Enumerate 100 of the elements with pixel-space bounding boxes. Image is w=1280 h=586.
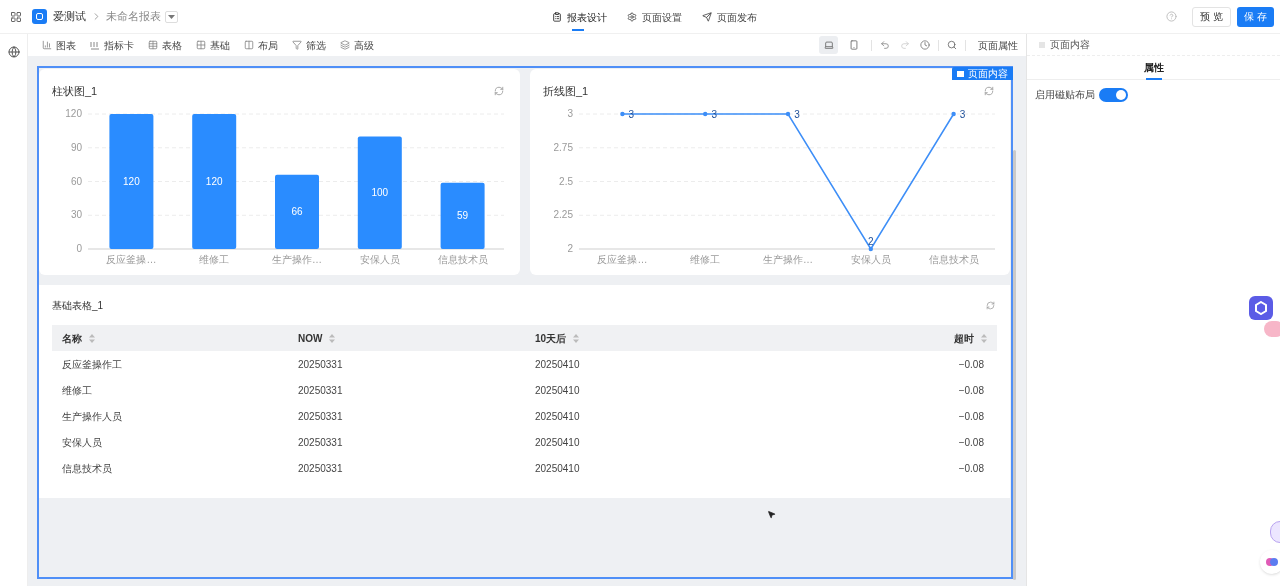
table-cell-text: 20250410 <box>535 461 580 476</box>
sort-icon[interactable] <box>89 333 95 343</box>
globe-icon[interactable] <box>7 46 20 58</box>
assistant-icon[interactable] <box>1249 296 1273 320</box>
refresh-icon[interactable] <box>494 86 504 97</box>
x-axis-label: 反应釜操… <box>106 253 157 265</box>
toolbar-item[interactable]: 基础 <box>196 37 230 53</box>
laptop-icon <box>823 40 834 50</box>
point-value-label: 3 <box>794 108 800 120</box>
desktop-view-button[interactable] <box>819 36 838 54</box>
toolbar-item[interactable]: 表格 <box>148 37 182 53</box>
apps-menu-icon[interactable] <box>10 10 22 23</box>
caret-icon <box>168 14 175 19</box>
toolbar-item[interactable]: 布局 <box>244 37 278 53</box>
chart-title: 柱状图_1 <box>52 84 98 99</box>
columns-icon <box>244 40 254 50</box>
toolbar-item[interactable]: 高级 <box>340 37 374 53</box>
refresh-icon[interactable] <box>984 86 994 97</box>
y-axis-label: 2 <box>567 242 573 254</box>
y-axis-label: 120 <box>65 107 82 119</box>
sort-icon[interactable] <box>573 333 580 343</box>
page-content-frame[interactable] <box>37 66 1013 579</box>
table-cell-text: 20250410 <box>535 435 580 450</box>
table-cell-text: −0.08 <box>958 435 985 450</box>
phone-icon <box>848 40 859 50</box>
x-axis-label: 维修工 <box>199 253 230 265</box>
table-cell-text: 生产操作人员 <box>62 409 122 424</box>
column-header[interactable]: 超时 <box>954 330 974 346</box>
column-header[interactable]: 10天后 <box>535 330 567 346</box>
table-cell-text: −0.08 <box>958 461 985 476</box>
column-header[interactable]: 名称 <box>62 330 82 346</box>
clipboard-icon <box>552 12 562 22</box>
bar-value-label: 100 <box>371 186 389 198</box>
refresh-icon[interactable] <box>986 301 995 310</box>
table-icon <box>957 70 964 77</box>
nav-tab[interactable]: 页面设置 <box>627 0 682 34</box>
panel-breadcrumb[interactable]: 页面内容 <box>1050 37 1090 52</box>
badge-label: 页面内容 <box>968 67 1008 81</box>
x-axis-label: 维修工 <box>690 253 721 265</box>
toolbar-item[interactable]: 指标卡 <box>90 37 134 53</box>
page-properties-button[interactable]: 页面属性 <box>978 37 1018 53</box>
y-axis-label: 30 <box>70 208 82 220</box>
number-icon <box>90 40 100 50</box>
cursor-icon <box>767 510 776 519</box>
column-header[interactable]: NOW <box>298 330 323 346</box>
undo-icon[interactable] <box>880 40 890 50</box>
y-axis-label: 0 <box>76 242 82 254</box>
y-axis-label: 2.75 <box>553 141 573 153</box>
app-name[interactable]: 爱测试 <box>53 8 86 25</box>
line-point <box>703 111 708 116</box>
table-cell-text: 20250331 <box>298 357 343 372</box>
table-cell-text: 20250410 <box>535 409 580 424</box>
bar-value-label: 120 <box>205 175 223 186</box>
table-cell-text: −0.08 <box>958 357 985 372</box>
x-axis-label: 信息技术员 <box>437 253 488 265</box>
paper-plane-icon <box>702 12 712 22</box>
x-axis-label: 安保人员 <box>359 253 400 265</box>
table-cell-text: 20250410 <box>535 357 580 372</box>
table-cell-text: 20250331 <box>298 383 343 398</box>
table-title: 基础表格_1 <box>52 299 104 313</box>
x-axis-label: 安保人员 <box>850 253 891 265</box>
line-point <box>868 246 873 251</box>
nav-tab[interactable]: 报表设计 <box>552 0 607 34</box>
layers-icon <box>340 40 350 50</box>
table-cell-text: −0.08 <box>958 383 985 398</box>
table-cell-text: −0.08 <box>958 409 985 424</box>
report-name[interactable]: 未命名报表 <box>106 8 161 25</box>
nav-tab[interactable]: 页面发布 <box>702 0 757 34</box>
y-axis-label: 2.25 <box>553 208 573 220</box>
bar <box>440 182 485 249</box>
line-point <box>620 111 625 116</box>
toolbar-item[interactable]: 筛选 <box>292 37 326 53</box>
toolbar-item[interactable]: 图表 <box>42 37 76 53</box>
table-cell-text: 安保人员 <box>62 435 102 450</box>
panel-tab[interactable]: 属性 <box>1143 56 1164 79</box>
table-icon <box>148 40 158 50</box>
help-icon[interactable] <box>1166 11 1178 22</box>
chart-icon <box>42 40 52 50</box>
save-button[interactable]: 保 存 <box>1237 6 1274 27</box>
redo-icon[interactable] <box>900 40 910 50</box>
report-dropdown-button[interactable] <box>165 10 178 23</box>
sort-icon[interactable] <box>329 333 336 343</box>
table-cell-text: 20250410 <box>535 383 580 398</box>
app-logo[interactable] <box>32 9 47 24</box>
history-icon[interactable] <box>920 40 930 50</box>
preview-button[interactable]: 预 览 <box>1192 6 1232 27</box>
x-axis-label: 反应釜操… <box>597 253 648 265</box>
y-axis-label: 2.5 <box>559 175 573 186</box>
line-point <box>785 111 791 116</box>
grid-icon <box>196 40 206 50</box>
table-cell-text: 信息技术员 <box>62 461 112 476</box>
point-value-label: 2 <box>868 235 874 247</box>
search-icon[interactable] <box>947 40 957 50</box>
x-axis-label: 信息技术员 <box>928 253 979 265</box>
toggle-switch[interactable] <box>1099 87 1128 102</box>
sort-icon[interactable] <box>981 333 987 343</box>
bar-value-label: 59 <box>457 209 469 221</box>
floating-widget-icon[interactable] <box>1264 321 1280 337</box>
point-value-label: 3 <box>959 108 966 120</box>
point-value-label: 3 <box>711 108 717 120</box>
